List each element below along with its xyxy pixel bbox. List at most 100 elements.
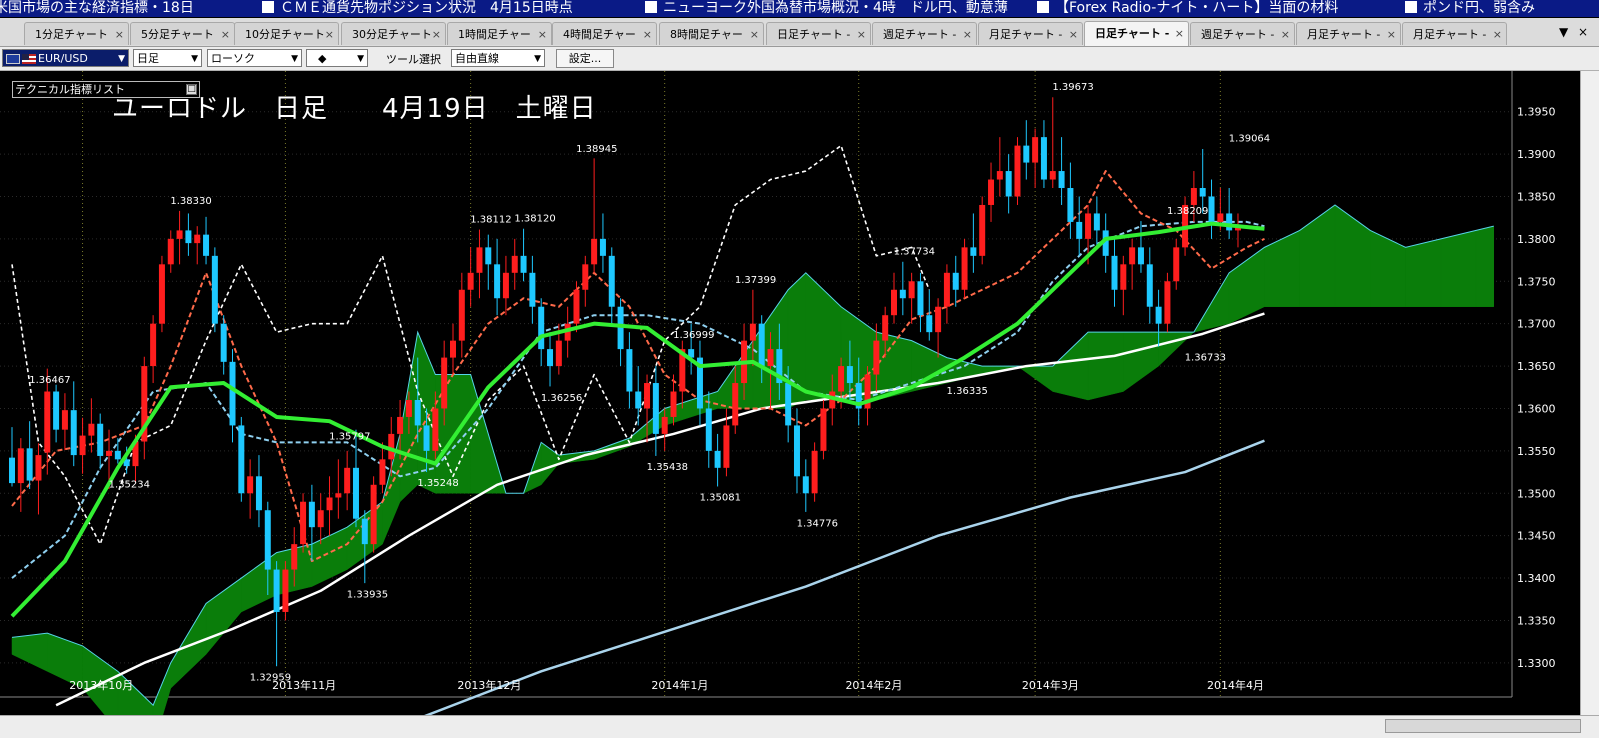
close-icon[interactable]: × bbox=[1387, 23, 1396, 45]
candle-body bbox=[547, 349, 554, 367]
chart-tab[interactable]: 月足チャート - × bbox=[978, 22, 1083, 45]
currency-pair-select[interactable]: EUR/USD ▼ bbox=[2, 49, 129, 67]
y-tick-label: 1.3800 bbox=[1517, 233, 1556, 246]
close-icon[interactable]: × bbox=[1493, 23, 1502, 45]
timeframe-value: 日足 bbox=[137, 52, 159, 65]
chart-tab[interactable]: 1時間足チャー × bbox=[447, 22, 552, 45]
settings-button[interactable]: 設定... bbox=[556, 49, 614, 68]
close-icon[interactable]: × bbox=[432, 23, 441, 45]
close-icon[interactable]: × bbox=[538, 23, 547, 45]
price-annotation: 1.33935 bbox=[347, 590, 388, 601]
chart-tab[interactable]: 週足チャート - × bbox=[872, 22, 977, 45]
candle-body bbox=[441, 357, 448, 409]
chart-tab[interactable]: 月足チャート - × bbox=[1402, 22, 1507, 45]
tab-label: 10分足チャート bbox=[245, 28, 325, 41]
ticker-item[interactable]: ＣＭＥ通貨先物ポジション状況 4月15日時点 bbox=[262, 0, 573, 17]
x-tick-label: 2014年1月 bbox=[651, 678, 708, 692]
candle-body bbox=[899, 289, 906, 299]
x-tick-label: 2014年4月 bbox=[1207, 678, 1264, 692]
vertical-scrollbar[interactable] bbox=[1580, 71, 1599, 715]
candle-body bbox=[1155, 306, 1162, 324]
candle-body bbox=[996, 171, 1003, 180]
drawing-tool-select[interactable]: 自由直線 ▼ bbox=[451, 49, 545, 67]
candle-body bbox=[317, 510, 324, 528]
chart-style-select[interactable]: ローソク ▼ bbox=[207, 49, 302, 67]
candle-body bbox=[1076, 221, 1083, 239]
line-style-select[interactable]: ◆ ▼ bbox=[306, 49, 368, 67]
candle-body bbox=[61, 410, 68, 430]
candle-body bbox=[53, 391, 60, 430]
news-ticker[interactable]: 米国市場の主な経済指標・18日 ＣＭＥ通貨先物ポジション状況 4月15日時点 ニュー… bbox=[0, 0, 1599, 17]
candle-body bbox=[185, 230, 192, 244]
candle-body bbox=[1208, 196, 1215, 222]
candle-body bbox=[476, 247, 483, 273]
price-annotation: 1.35248 bbox=[417, 478, 458, 489]
close-icon[interactable]: × bbox=[221, 23, 230, 45]
candle-body bbox=[26, 448, 33, 481]
chart-style-value: ローソク bbox=[211, 52, 255, 65]
close-icon[interactable]: × bbox=[1578, 25, 1588, 39]
tab-label: 30分足チャート bbox=[352, 28, 432, 41]
close-icon[interactable]: × bbox=[1069, 23, 1078, 45]
ticker-item[interactable]: ポンド円、弱含み bbox=[1405, 0, 1535, 17]
y-tick-label: 1.3950 bbox=[1517, 106, 1556, 119]
close-icon[interactable]: × bbox=[1281, 23, 1290, 45]
candle-body bbox=[335, 493, 342, 498]
candle-body bbox=[820, 408, 827, 451]
chevron-down-icon: ▼ bbox=[191, 54, 198, 64]
chart-tab[interactable]: 月足チャート - × bbox=[1296, 22, 1401, 45]
candle-body bbox=[961, 247, 968, 290]
candle-body bbox=[591, 238, 598, 265]
candle-body bbox=[88, 423, 95, 436]
chart-tab[interactable]: 8時間足チャー × bbox=[659, 22, 764, 45]
timeframe-select[interactable]: 日足 ▼ bbox=[133, 49, 202, 67]
y-tick-label: 1.3700 bbox=[1517, 318, 1556, 331]
candle-body bbox=[908, 281, 915, 299]
candle-body bbox=[705, 408, 712, 451]
ticker-item[interactable]: ニューヨーク外国為替市場概況・4時 ドル円、動意薄 bbox=[645, 0, 1008, 17]
close-icon[interactable]: × bbox=[325, 23, 334, 45]
document-icon bbox=[262, 1, 274, 13]
candle-body bbox=[361, 518, 368, 545]
close-icon[interactable]: × bbox=[115, 23, 124, 45]
tab-label: 日足チャート - bbox=[777, 28, 851, 41]
candle-body bbox=[811, 450, 818, 494]
y-tick-label: 1.3900 bbox=[1517, 148, 1556, 161]
close-icon[interactable]: × bbox=[1175, 22, 1184, 45]
chart-tab[interactable]: 1分足チャート × bbox=[24, 22, 129, 45]
chart-tab[interactable]: 日足チャート - × bbox=[1084, 21, 1189, 46]
ticker-text: ニューヨーク外国為替市場概況・4時 ドル円、動意薄 bbox=[663, 0, 1008, 16]
chart-tab[interactable]: 4時間足チャー × bbox=[552, 22, 657, 45]
x-tick-label: 2013年10月 bbox=[69, 678, 133, 692]
x-tick-label: 2013年11月 bbox=[272, 678, 336, 692]
chart-tab[interactable]: 日足チャート - × bbox=[766, 22, 871, 45]
close-icon[interactable]: × bbox=[643, 23, 652, 45]
horizontal-scrollbar[interactable] bbox=[0, 715, 1599, 738]
candle-body bbox=[917, 281, 924, 316]
chevron-down-icon: ▼ bbox=[357, 54, 364, 64]
candle-body bbox=[873, 340, 880, 375]
candle-body bbox=[97, 423, 104, 456]
scrollbar-thumb[interactable] bbox=[1385, 719, 1581, 733]
chart-tab[interactable]: 週足チャート - × bbox=[1190, 22, 1295, 45]
candle-body bbox=[952, 272, 959, 290]
price-annotation: 1.34776 bbox=[797, 518, 838, 529]
tab-list-menu-icon[interactable]: ▼ bbox=[1559, 25, 1568, 39]
price-annotation: 1.38209 bbox=[1167, 206, 1208, 217]
ticker-item[interactable]: 【Forex Radio-ナイト・ハート】当面の材料 bbox=[1037, 0, 1338, 17]
document-icon bbox=[1037, 1, 1049, 13]
price-chart[interactable]: 1.3950 1.3900 1.3850 1.3800 1.3750 1.3700 1.36… bbox=[0, 71, 1599, 715]
close-icon[interactable]: × bbox=[750, 23, 759, 45]
chart-tab[interactable]: 10分足チャート × bbox=[234, 22, 339, 45]
chart-tab[interactable]: 30分足チャート × bbox=[341, 22, 446, 45]
close-icon[interactable]: × bbox=[857, 23, 866, 45]
candle-body bbox=[979, 204, 986, 256]
close-icon[interactable]: × bbox=[963, 23, 972, 45]
candle-body bbox=[1040, 137, 1047, 180]
candle-body bbox=[326, 497, 333, 511]
chart-tab[interactable]: 5分足チャート × bbox=[130, 22, 235, 45]
candle-body bbox=[17, 448, 24, 484]
ticker-item[interactable]: 米国市場の主な経済指標・18日 bbox=[0, 0, 194, 17]
candle-body bbox=[1085, 213, 1092, 239]
candle-body bbox=[608, 255, 615, 307]
